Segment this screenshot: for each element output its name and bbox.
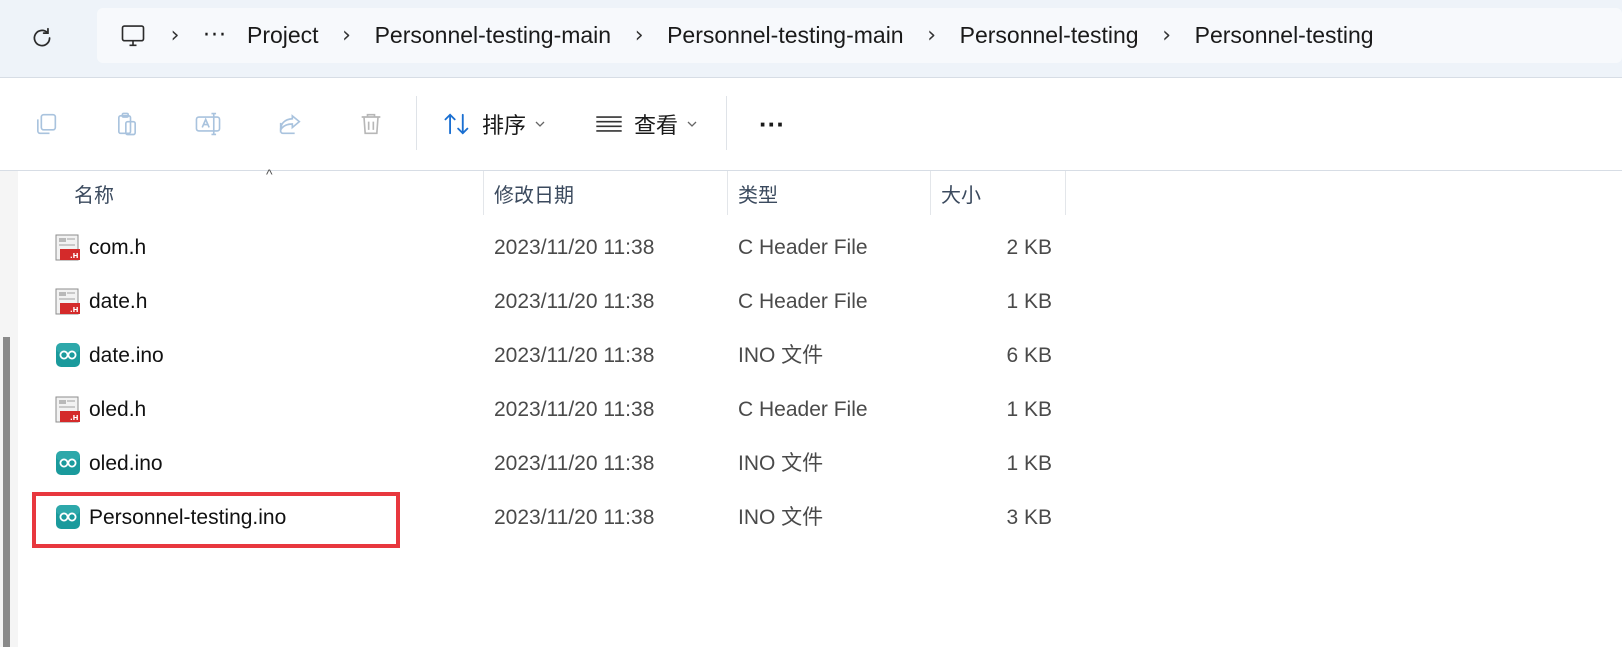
more-options-button[interactable]: ··· — [752, 102, 792, 146]
toolbar-divider — [416, 96, 417, 150]
refresh-button[interactable] — [22, 18, 62, 58]
column-divider[interactable] — [930, 171, 931, 215]
file-date-modified: 2023/11/20 11:38 — [494, 506, 655, 529]
chevron-down-icon — [687, 121, 697, 127]
file-date-modified: 2023/11/20 11:38 — [494, 236, 655, 259]
svg-text:.H: .H — [70, 252, 79, 260]
sort-icon — [444, 113, 469, 135]
file-size: 6 KB — [1006, 344, 1052, 367]
view-menu-button[interactable]: 查看 — [594, 102, 698, 146]
breadcrumb-overflow-button[interactable]: ··· — [203, 23, 227, 48]
address-bar-region: › ··· Project › Personnel-testing-main ›… — [0, 0, 1622, 78]
file-row[interactable]: .H oled.h 2023/11/20 11:38 C Header File 1 K… — [20, 383, 1080, 437]
toolbar-divider — [726, 96, 727, 150]
file-date-modified: 2023/11/20 11:38 — [494, 344, 655, 367]
file-size: 1 KB — [1006, 398, 1052, 421]
file-type: C Header File — [738, 236, 868, 259]
column-header-date[interactable]: 修改日期 — [494, 171, 574, 215]
trash-icon — [361, 113, 381, 135]
rename-icon — [195, 112, 221, 136]
file-row[interactable]: .H date.h 2023/11/20 11:38 C Header File 1 K… — [20, 275, 1080, 329]
file-icon: .H — [55, 288, 81, 316]
column-divider[interactable] — [483, 171, 484, 215]
breadcrumb-item-personnel-testing[interactable]: Personnel-testing — [956, 22, 1143, 49]
svg-text:.H: .H — [70, 306, 79, 314]
breadcrumb-separator[interactable]: › — [337, 23, 357, 48]
file-type: INO 文件 — [738, 344, 824, 367]
file-row[interactable]: .H com.h 2023/11/20 11:38 C Header File 2 KB — [20, 221, 1080, 275]
file-icon — [55, 450, 81, 478]
c-header-file-icon: .H — [55, 396, 80, 423]
file-icon — [55, 342, 81, 370]
breadcrumb-item-personnel-testing-main[interactable]: Personnel-testing-main — [371, 22, 616, 49]
file-icon: .H — [55, 396, 81, 424]
paste-icon — [118, 112, 136, 136]
file-type: INO 文件 — [738, 506, 824, 529]
file-size: 1 KB — [1006, 452, 1052, 475]
highlight-box — [32, 492, 400, 548]
file-size: 2 KB — [1006, 236, 1052, 259]
file-icon: .H — [55, 234, 81, 262]
file-type: C Header File — [738, 398, 868, 421]
column-header-name[interactable]: 名称 — [74, 171, 114, 215]
share-icon — [279, 114, 301, 135]
breadcrumb-separator[interactable]: › — [922, 23, 942, 48]
scrollbar-thumb[interactable] — [3, 337, 10, 647]
rename-button[interactable] — [186, 102, 230, 146]
share-button[interactable] — [268, 102, 312, 146]
breadcrumb-item-personnel-testing-current[interactable]: Personnel-testing — [1191, 22, 1378, 49]
sort-label: 排序 — [482, 113, 527, 138]
paste-button[interactable] — [105, 102, 149, 146]
file-name: oled.h — [89, 398, 147, 421]
sort-ascending-icon: ^ — [266, 166, 273, 182]
file-date-modified: 2023/11/20 11:38 — [494, 452, 655, 475]
file-name: date.h — [89, 290, 148, 313]
breadcrumb-separator[interactable]: › — [629, 23, 649, 48]
breadcrumb-item-personnel-testing-main-inner[interactable]: Personnel-testing-main — [663, 22, 908, 49]
column-divider[interactable] — [727, 171, 728, 215]
file-size: 3 KB — [1006, 506, 1052, 529]
file-name: date.ino — [89, 344, 164, 367]
file-name: com.h — [89, 236, 147, 259]
file-type: INO 文件 — [738, 452, 824, 475]
column-header-size[interactable]: 大小 — [941, 171, 981, 215]
column-divider[interactable] — [1065, 171, 1066, 215]
refresh-icon — [33, 27, 51, 47]
this-pc-button[interactable] — [115, 18, 151, 54]
navigation-pane-edge — [0, 171, 18, 647]
file-row[interactable]: date.ino 2023/11/20 11:38 INO 文件 6 KB — [20, 329, 1080, 383]
breadcrumb-separator[interactable]: › — [165, 23, 185, 48]
file-type: C Header File — [738, 290, 868, 313]
view-label: 查看 — [634, 113, 679, 138]
command-bar: 排序 查看 ··· — [0, 78, 1622, 171]
file-date-modified: 2023/11/20 11:38 — [494, 398, 655, 421]
breadcrumb[interactable]: › ··· Project › Personnel-testing-main ›… — [97, 8, 1622, 63]
arduino-file-icon — [56, 343, 80, 367]
delete-button[interactable] — [349, 102, 393, 146]
file-name: oled.ino — [89, 452, 163, 475]
arduino-file-icon — [56, 451, 80, 475]
sort-menu-button[interactable]: 排序 — [442, 102, 546, 146]
file-row[interactable]: oled.ino 2023/11/20 11:38 INO 文件 1 KB — [20, 437, 1080, 491]
computer-icon — [121, 24, 145, 46]
breadcrumb-item-project[interactable]: Project — [243, 22, 323, 49]
file-date-modified: 2023/11/20 11:38 — [494, 290, 655, 313]
c-header-file-icon: .H — [55, 288, 80, 315]
file-size: 1 KB — [1006, 290, 1052, 313]
copy-icon — [37, 113, 57, 135]
svg-text:.H: .H — [70, 414, 79, 422]
c-header-file-icon: .H — [55, 234, 80, 261]
column-header-type[interactable]: 类型 — [738, 171, 778, 215]
copy-button[interactable] — [24, 102, 68, 146]
breadcrumb-separator[interactable]: › — [1157, 23, 1177, 48]
chevron-down-icon — [535, 121, 545, 127]
view-list-icon — [596, 116, 622, 132]
